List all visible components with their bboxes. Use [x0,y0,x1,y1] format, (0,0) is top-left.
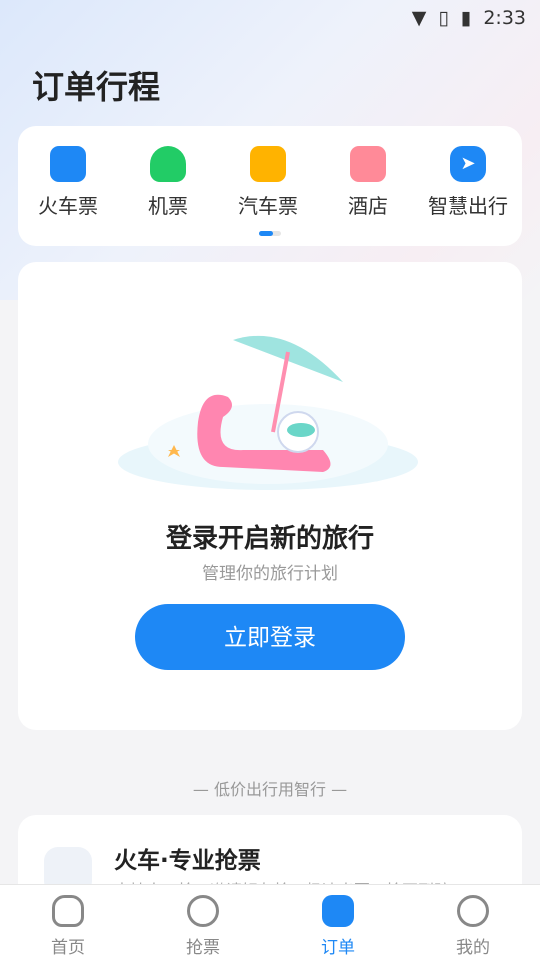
promo-title: 火车·专业抢票 [114,848,261,874]
category-label: 汽车票 [238,194,298,218]
order-icon [322,895,354,927]
status-bar: ▼ ▯ ▮ 2:33 [0,0,540,36]
page-title: 订单行程 [32,68,161,106]
slogan: — 低价出行用智行 — [192,780,348,799]
category-label: 机票 [148,194,188,218]
vacation-illustration [118,335,418,490]
hotel-icon [350,146,386,182]
login-button[interactable]: 立即登录 [135,604,405,670]
category-hotel[interactable]: 酒店 [318,146,418,219]
category-smart-travel[interactable]: ➤ 智慧出行 [418,146,518,219]
train-icon [50,146,86,182]
category-label: 酒店 [348,194,388,218]
profile-icon [457,895,489,927]
login-card: 登录开启新的旅行 管理你的旅行计划 立即登录 [18,262,522,730]
category-label: 智慧出行 [428,194,508,218]
nav-label: 首页 [51,938,85,958]
bottom-nav: 首页 抢票 订单 我的 [0,884,540,960]
page-indicator [259,231,281,236]
plane-icon [150,146,186,182]
nav-label: 我的 [456,938,490,958]
bus-icon [250,146,286,182]
navigation-icon: ➤ [450,146,486,182]
nav-orders[interactable]: 订单 [298,895,378,958]
category-label: 火车票 [38,194,98,218]
battery-charging-icon: ▮ [460,7,472,29]
nav-grab-tickets[interactable]: 抢票 [163,895,243,958]
nav-label: 订单 [321,938,355,958]
lightning-icon [187,895,219,927]
no-sim-icon: ▯ [438,7,449,29]
wifi-icon: ▼ [411,7,427,29]
category-bus[interactable]: 汽车票 [218,146,318,219]
category-panel: 火车票 机票 汽车票 酒店 ➤ 智慧出行 [18,126,522,246]
nav-label: 抢票 [186,938,220,958]
nav-profile[interactable]: 我的 [433,895,513,958]
home-icon [52,895,84,927]
category-flight[interactable]: 机票 [118,146,218,219]
nav-home[interactable]: 首页 [28,895,108,958]
category-train[interactable]: 火车票 [18,146,118,219]
login-subtitle: 管理你的旅行计划 [202,564,338,584]
login-title: 登录开启新的旅行 [165,524,374,554]
status-time: 2:33 [483,7,526,29]
